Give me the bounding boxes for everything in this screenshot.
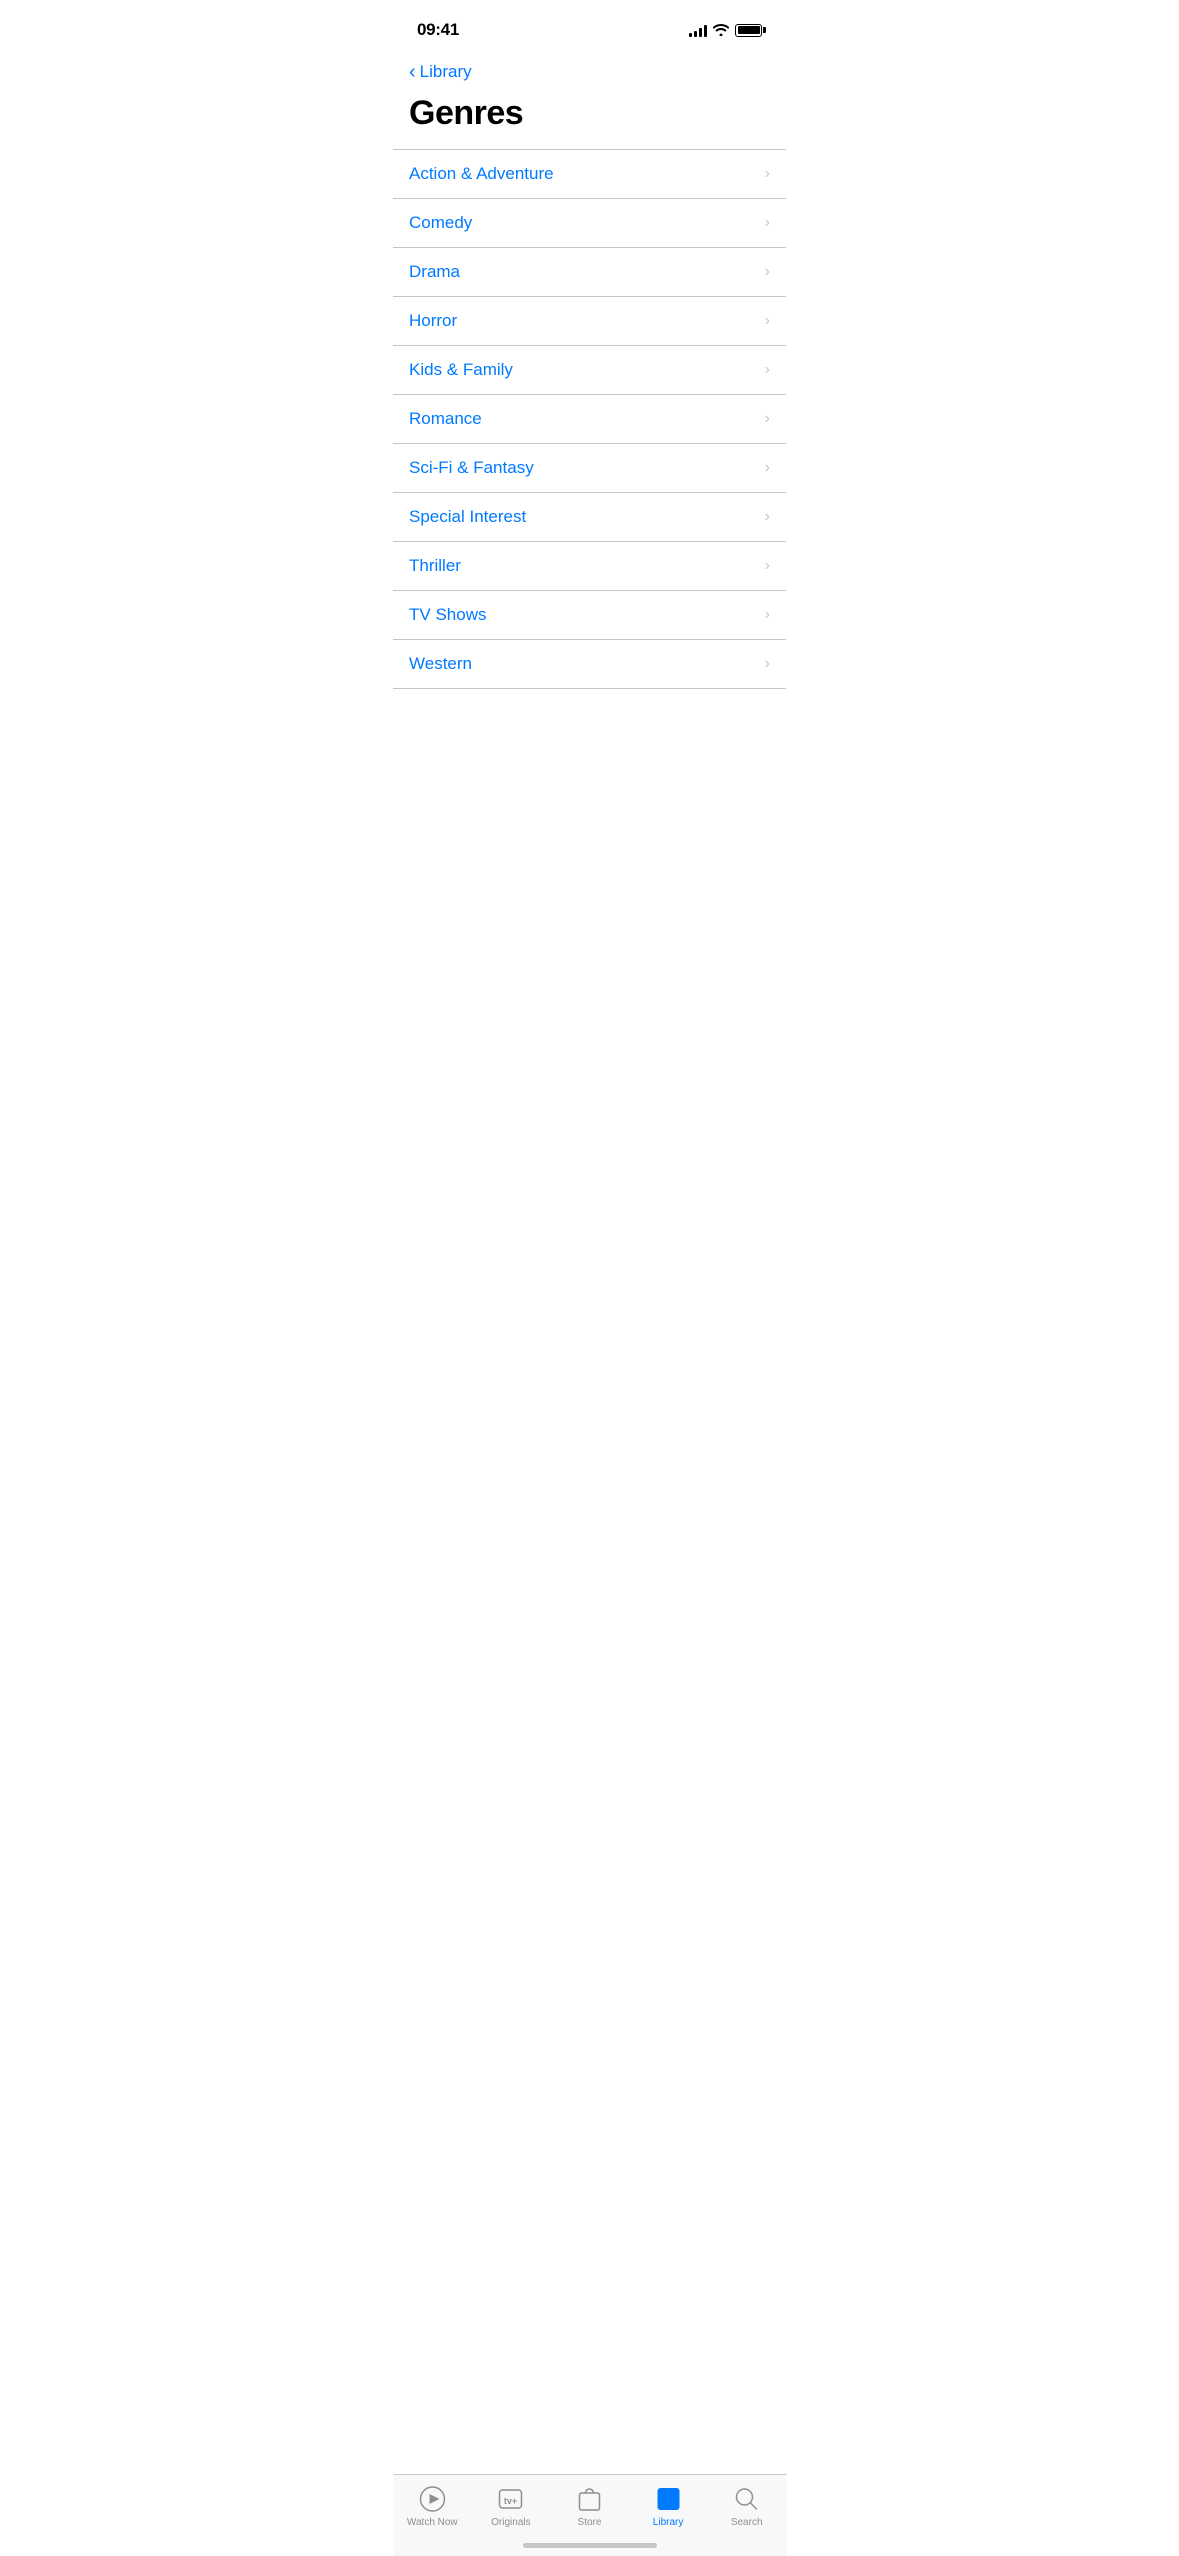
- wifi-icon: [713, 24, 729, 36]
- back-chevron-icon: ‹: [409, 62, 416, 82]
- status-time: 09:41: [417, 20, 459, 40]
- page-title-section: Genres: [393, 86, 786, 149]
- chevron-right-icon: ›: [765, 214, 770, 232]
- tab-label-originals: Originals: [491, 2517, 530, 2528]
- back-label: Library: [420, 62, 472, 82]
- signal-bars-icon: [689, 24, 707, 37]
- status-bar: 09:41: [393, 0, 786, 54]
- genre-item-drama[interactable]: Drama ›: [393, 248, 786, 297]
- genre-item-special-interest[interactable]: Special Interest ›: [393, 493, 786, 542]
- genre-item-romance[interactable]: Romance ›: [393, 395, 786, 444]
- chevron-right-icon: ›: [765, 263, 770, 281]
- genre-label: Sci-Fi & Fantasy: [409, 458, 534, 478]
- genre-item-kids-family[interactable]: Kids & Family ›: [393, 346, 786, 395]
- genre-item-comedy[interactable]: Comedy ›: [393, 199, 786, 248]
- chevron-right-icon: ›: [765, 655, 770, 673]
- genre-label: Romance: [409, 409, 482, 429]
- tab-label-watch-now: Watch Now: [407, 2517, 458, 2528]
- genre-label: Comedy: [409, 213, 472, 233]
- chevron-right-icon: ›: [765, 410, 770, 428]
- genre-list: Action & Adventure › Comedy › Drama › Ho…: [393, 149, 786, 689]
- tab-search[interactable]: Search: [707, 2485, 786, 2528]
- store-icon: [575, 2485, 603, 2513]
- search-icon: [733, 2485, 761, 2513]
- watch-now-icon: [418, 2485, 446, 2513]
- originals-icon: tv+: [497, 2485, 525, 2513]
- back-button[interactable]: ‹ Library: [409, 62, 472, 82]
- genre-item-sci-fi-fantasy[interactable]: Sci-Fi & Fantasy ›: [393, 444, 786, 493]
- svg-text:tv+: tv+: [504, 2496, 517, 2506]
- genre-item-thriller[interactable]: Thriller ›: [393, 542, 786, 591]
- tab-watch-now[interactable]: Watch Now: [393, 2485, 472, 2528]
- tab-label-store: Store: [578, 2517, 602, 2528]
- genre-label: Kids & Family: [409, 360, 513, 380]
- genre-label: Western: [409, 654, 472, 674]
- back-navigation: ‹ Library: [393, 54, 786, 86]
- tab-library[interactable]: Library: [629, 2485, 708, 2528]
- chevron-right-icon: ›: [765, 312, 770, 330]
- genre-item-action-adventure[interactable]: Action & Adventure ›: [393, 149, 786, 199]
- status-icons: [689, 24, 762, 37]
- chevron-right-icon: ›: [765, 361, 770, 379]
- genre-label: Thriller: [409, 556, 461, 576]
- battery-icon: [735, 24, 762, 37]
- chevron-right-icon: ›: [765, 165, 770, 183]
- chevron-right-icon: ›: [765, 606, 770, 624]
- genre-item-horror[interactable]: Horror ›: [393, 297, 786, 346]
- genre-label: Drama: [409, 262, 460, 282]
- genre-item-western[interactable]: Western ›: [393, 640, 786, 689]
- chevron-right-icon: ›: [765, 508, 770, 526]
- page-title: Genres: [409, 94, 770, 133]
- tab-store[interactable]: Store: [550, 2485, 629, 2528]
- chevron-right-icon: ›: [765, 459, 770, 477]
- genre-label: Horror: [409, 311, 457, 331]
- tab-label-search: Search: [731, 2517, 763, 2528]
- library-icon: [654, 2485, 682, 2513]
- genre-label: TV Shows: [409, 605, 486, 625]
- tab-originals[interactable]: tv+ Originals: [472, 2485, 551, 2528]
- chevron-right-icon: ›: [765, 557, 770, 575]
- genre-label: Special Interest: [409, 507, 526, 527]
- genre-label: Action & Adventure: [409, 164, 554, 184]
- home-indicator: [523, 2543, 657, 2548]
- tab-label-library: Library: [653, 2517, 684, 2528]
- genre-item-tv-shows[interactable]: TV Shows ›: [393, 591, 786, 640]
